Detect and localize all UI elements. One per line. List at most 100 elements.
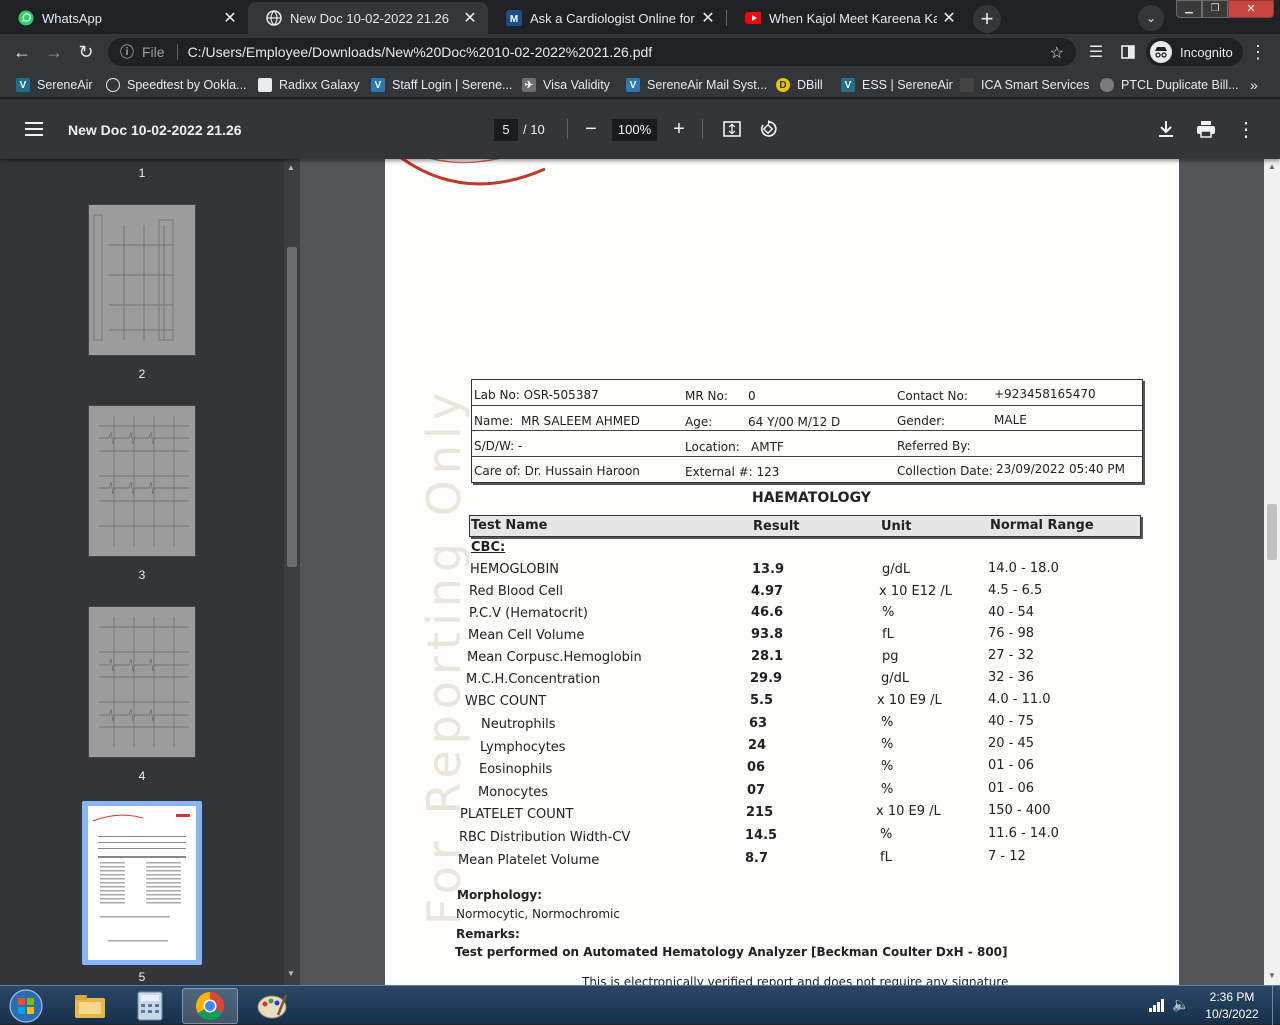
bookmark-visa-validity[interactable]: ✈ Visa Validity: [522, 75, 610, 95]
close-tab-icon[interactable]: ✕: [458, 8, 482, 28]
bookmark-sereneair[interactable]: V SereneAir: [16, 75, 93, 95]
thumbnail-page-3[interactable]: [88, 405, 196, 557]
chevron-down-icon: ⌄: [1145, 11, 1157, 25]
test-range: 01 - 06: [988, 781, 1035, 796]
zoom-in-button[interactable]: +: [668, 117, 690, 141]
test-result: 29.9: [750, 671, 783, 686]
print-button[interactable]: [1194, 117, 1218, 141]
rotate-icon: [760, 120, 777, 137]
remarks-value: Test performed on Automated Hematology A…: [455, 945, 1008, 959]
clock-date[interactable]: 10/3/2022: [1196, 1007, 1268, 1021]
lab-report-page-preview: [88, 806, 196, 960]
test-unit: fL: [882, 627, 894, 642]
reading-list-button[interactable]: ☰: [1084, 40, 1108, 64]
test-result: 24: [748, 738, 767, 753]
plus-icon: +: [673, 117, 685, 140]
minus-icon: −: [585, 117, 597, 140]
column-result: Result: [753, 519, 800, 534]
url-scheme-label: File: [142, 44, 165, 60]
tab-youtube[interactable]: When Kajol Meet Kareena Kapoor ✕: [727, 2, 967, 34]
bookmarks-bar: V SereneAir Speedtest by Ookla... Radixx…: [0, 70, 1280, 98]
forward-button[interactable]: →: [42, 40, 66, 64]
taskbar-calculator[interactable]: [122, 988, 178, 1024]
more-actions-button[interactable]: ⋮: [1234, 117, 1258, 141]
scroll-down-arrow-icon[interactable]: ▼: [287, 969, 295, 978]
lab-logo-arc: [400, 159, 546, 186]
bookmarks-overflow-button[interactable]: »: [1250, 75, 1258, 95]
page-number-input[interactable]: 5: [494, 119, 518, 141]
sidebar-scrollbar[interactable]: ▲ ▼: [284, 159, 300, 985]
contact-value: +923458165470: [994, 387, 1096, 401]
fit-page-button[interactable]: [720, 117, 744, 141]
volume-icon[interactable]: 🔈: [1172, 996, 1189, 1013]
thumbnail-page-2[interactable]: [88, 204, 196, 356]
scroll-up-arrow-icon[interactable]: ▲: [1268, 162, 1276, 171]
reload-button[interactable]: ↻: [74, 40, 98, 64]
folder-icon: [75, 995, 105, 1018]
zoom-out-button[interactable]: −: [580, 117, 602, 141]
bookmark-ptcl[interactable]: PTCL Duplicate Bill...: [1100, 75, 1239, 95]
sidebar-scroll-thumb[interactable]: [287, 247, 297, 567]
tab-pdf[interactable]: New Doc 10-02-2022 21.26 ✕: [248, 2, 488, 34]
taskbar-explorer[interactable]: [62, 988, 118, 1024]
test-range: 7 - 12: [988, 849, 1026, 864]
address-bar[interactable]: ⓘ File C:/Users/Employee/Downloads/New%2…: [108, 38, 1076, 66]
viewer-scroll-thumb[interactable]: [1267, 504, 1277, 560]
test-name: Monocytes: [478, 785, 549, 800]
tab-strip: WhatsApp ✕ New Doc 10-02-2022 21.26 ✕ M …: [0, 0, 1280, 34]
back-button[interactable]: ←: [10, 40, 34, 64]
bookmark-dbill[interactable]: D DBill: [776, 75, 823, 95]
side-panel-button[interactable]: [1116, 40, 1140, 64]
test-result: 06: [747, 760, 766, 775]
browser-menu-button[interactable]: ⋮: [1246, 40, 1270, 64]
viewer-scrollbar[interactable]: ▲ ▼: [1264, 159, 1280, 985]
network-icon[interactable]: [1148, 998, 1166, 1012]
clock-time[interactable]: 2:36 PM: [1196, 990, 1268, 1004]
tab-cardiologist[interactable]: M Ask a Cardiologist Online for HEA ✕: [488, 2, 726, 34]
star-icon[interactable]: ☆: [1050, 43, 1064, 63]
location-value: AMTF: [751, 440, 784, 454]
close-tab-icon[interactable]: ✕: [696, 8, 720, 28]
zoom-input[interactable]: 100%: [612, 119, 657, 141]
sereneair-icon: V: [626, 78, 640, 92]
close-window-button[interactable]: ✕: [1228, 0, 1274, 18]
scroll-down-arrow-icon[interactable]: ▼: [1268, 971, 1276, 980]
show-desktop-button[interactable]: [1272, 986, 1280, 1025]
tab-search-button[interactable]: ⌄: [1138, 5, 1164, 31]
taskbar-chrome[interactable]: [182, 988, 238, 1024]
close-tab-icon[interactable]: ✕: [218, 8, 242, 28]
new-tab-button[interactable]: +: [973, 5, 1001, 33]
tab-title: New Doc 10-02-2022 21.26: [290, 10, 449, 26]
bookmark-staff-login[interactable]: V Staff Login | Serene...: [371, 75, 512, 95]
thumbnail-page-5-selected[interactable]: [82, 801, 202, 965]
bookmark-ica[interactable]: ICA Smart Services: [960, 75, 1089, 95]
taskbar-paint[interactable]: [244, 988, 300, 1024]
bookmark-radixx[interactable]: Radixx Galaxy: [258, 75, 360, 95]
tab-title: WhatsApp: [42, 10, 102, 26]
pdf-viewer: For Reporting Only Lab No: OSR-505387 MR…: [300, 159, 1264, 985]
start-button[interactable]: [6, 987, 46, 1025]
incognito-profile-button[interactable]: Incognito: [1146, 38, 1243, 66]
test-unit: %: [881, 715, 894, 730]
minimize-button[interactable]: ▁: [1176, 0, 1202, 18]
rotate-button[interactable]: [756, 117, 780, 141]
close-tab-icon[interactable]: ✕: [937, 8, 961, 28]
scroll-up-arrow-icon[interactable]: ▲: [287, 163, 295, 172]
bookmark-label: ICA Smart Services: [981, 78, 1090, 92]
test-unit: %: [882, 605, 895, 620]
mr-no-label: MR No:: [685, 389, 728, 403]
bookmark-speedtest[interactable]: Speedtest by Ookla...: [106, 75, 247, 95]
bookmark-mail-system[interactable]: V SereneAir Mail Syst...: [626, 75, 767, 95]
pdf-menu-button[interactable]: [22, 117, 46, 141]
tab-whatsapp[interactable]: WhatsApp ✕: [0, 2, 248, 34]
field-value: OSR-505387: [523, 388, 599, 402]
bookmark-ess[interactable]: V ESS | SereneAir: [841, 75, 953, 95]
restore-button[interactable]: ❐: [1202, 0, 1228, 18]
bookmark-label: Speedtest by Ookla...: [127, 78, 247, 92]
thumbnail-page-4[interactable]: [88, 606, 196, 758]
test-range: 40 - 75: [988, 714, 1035, 729]
test-name: Mean Corpusc.Hemoglobin: [467, 650, 642, 665]
test-range: 76 - 98: [988, 626, 1035, 641]
test-result: 4.97: [751, 584, 784, 599]
download-button[interactable]: [1154, 117, 1178, 141]
